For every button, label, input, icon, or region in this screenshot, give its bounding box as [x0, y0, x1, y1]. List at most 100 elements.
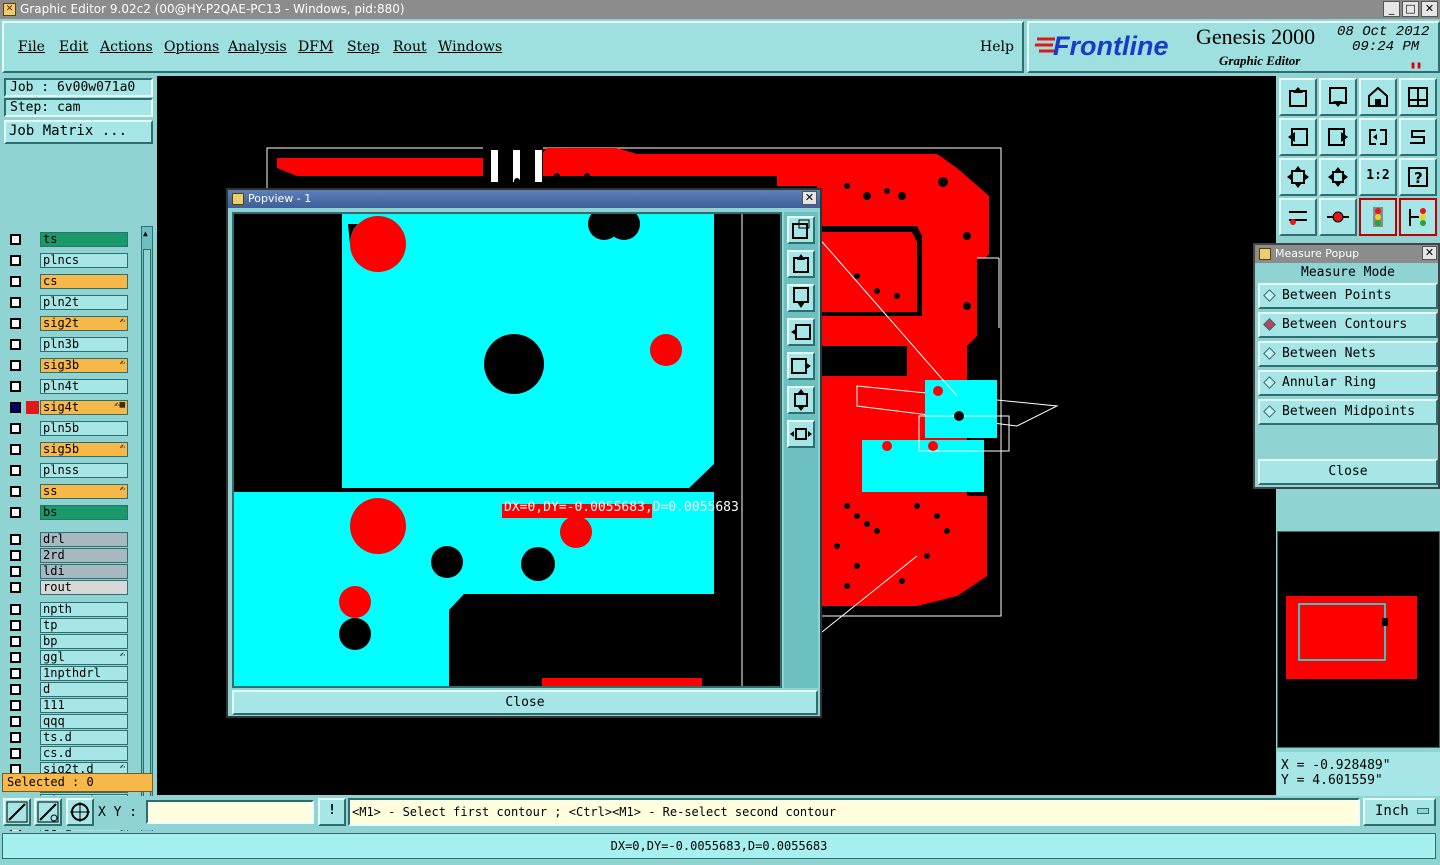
layer-row[interactable]: npth: [6, 602, 128, 617]
layer-checkbox[interactable]: [10, 534, 21, 545]
layer-row[interactable]: sig5b ✍: [6, 442, 128, 457]
layer-checkbox[interactable]: [10, 668, 21, 679]
popview-close-button[interactable]: Close: [232, 690, 818, 715]
layer-row[interactable]: pln3b: [6, 337, 128, 352]
alert-icon[interactable]: !: [318, 798, 346, 826]
layer-row[interactable]: ggl ✍: [6, 650, 128, 665]
layer-name[interactable]: pln2t: [40, 295, 128, 310]
layer-row[interactable]: bp: [6, 634, 128, 649]
layer-name[interactable]: d: [40, 682, 128, 697]
popview-canvas[interactable]: DX=0,DY=-0.0055683,D=0.0055683: [232, 212, 782, 688]
measure-close-icon[interactable]: ✕: [1422, 246, 1437, 260]
layer-checkbox[interactable]: [10, 360, 21, 371]
layer-checkbox[interactable]: [10, 276, 21, 287]
layer-row[interactable]: cs.d: [6, 746, 128, 761]
layer-name[interactable]: ggl: [40, 650, 128, 665]
layer-checkbox[interactable]: [10, 402, 21, 413]
minimize-icon[interactable]: _: [1383, 1, 1400, 17]
grid-icon[interactable]: [66, 798, 94, 826]
overview-map[interactable]: [1277, 531, 1440, 748]
layer-name[interactable]: drl: [40, 532, 128, 547]
layer-name[interactable]: plnss: [40, 463, 128, 478]
layer-row[interactable]: drl: [6, 532, 128, 547]
popview-pan-up-icon[interactable]: [787, 250, 815, 278]
layer-checkbox[interactable]: [10, 465, 21, 476]
job-matrix-button[interactable]: Job Matrix ...: [4, 120, 153, 144]
menu-options[interactable]: Options: [164, 39, 219, 55]
popview-center-icon[interactable]: [787, 420, 815, 448]
layer-row[interactable]: cs: [6, 274, 128, 289]
layer-checkbox[interactable]: [10, 566, 21, 577]
layer-checkbox[interactable]: [10, 297, 21, 308]
scroll-thumb[interactable]: [143, 249, 151, 809]
menu-rout[interactable]: Rout: [393, 39, 427, 55]
layer-name[interactable]: tp: [40, 618, 128, 633]
maximize-icon[interactable]: □: [1402, 1, 1419, 17]
layer-color-icon[interactable]: [1359, 198, 1397, 236]
layer-row[interactable]: bs: [6, 505, 128, 520]
menu-help[interactable]: Help: [980, 39, 1014, 55]
palette-icon[interactable]: [1279, 198, 1317, 236]
layer-checkbox[interactable]: [10, 339, 21, 350]
layer-row[interactable]: pln5b: [6, 421, 128, 436]
help-query-icon[interactable]: ?: [1399, 158, 1437, 196]
zoom-1-to-2-button[interactable]: 1:2: [1359, 158, 1397, 196]
layer-name[interactable]: sig3b: [40, 358, 128, 373]
layer-row[interactable]: ts.d: [6, 730, 128, 745]
draw-line-icon[interactable]: [34, 798, 62, 826]
measure-title-bar[interactable]: Measure Popup ✕: [1255, 245, 1438, 263]
popview-pan-down-icon[interactable]: [787, 284, 815, 312]
layer-name[interactable]: pln5b: [40, 421, 128, 436]
layer-checkbox[interactable]: [10, 620, 21, 631]
layer-row[interactable]: d: [6, 682, 128, 697]
layer-row[interactable]: 111: [6, 698, 128, 713]
pan-down-button[interactable]: [1319, 78, 1357, 116]
layer-checkbox[interactable]: [10, 507, 21, 518]
layer-checkbox[interactable]: [10, 582, 21, 593]
layer-checkbox[interactable]: [10, 732, 21, 743]
layer-checkbox[interactable]: [10, 550, 21, 561]
layer-checkbox[interactable]: [10, 700, 21, 711]
pause-icon[interactable]: ▮▮: [1410, 60, 1422, 71]
close-icon[interactable]: ✕: [1421, 1, 1438, 17]
layer-checkbox[interactable]: [10, 318, 21, 329]
layer-checkbox[interactable]: [10, 636, 21, 647]
layer-name[interactable]: 111: [40, 698, 128, 713]
popview-close-icon[interactable]: ✕: [802, 191, 817, 205]
measure-option[interactable]: Between Points: [1258, 283, 1438, 309]
layer-row[interactable]: pln2t: [6, 295, 128, 310]
layer-row[interactable]: rout: [6, 580, 128, 595]
layer-checkbox[interactable]: [10, 748, 21, 759]
layer-checkbox[interactable]: [10, 444, 21, 455]
layer-row[interactable]: plncs: [6, 253, 128, 268]
layer-name[interactable]: cs: [40, 274, 128, 289]
layer-checkbox[interactable]: [10, 381, 21, 392]
layer-row[interactable]: sig2t ✍: [6, 316, 128, 331]
layer-name[interactable]: pln3b: [40, 337, 128, 352]
layer-name[interactable]: rout: [40, 580, 128, 595]
measure-option[interactable]: Between Midpoints: [1258, 399, 1438, 425]
split-view-button[interactable]: [1399, 78, 1437, 116]
network-icon[interactable]: [1399, 198, 1437, 236]
measure-close-button[interactable]: Close: [1258, 459, 1438, 485]
zoom-home-button[interactable]: [1279, 78, 1317, 116]
layer-row[interactable]: tp: [6, 618, 128, 633]
layer-name[interactable]: ldi: [40, 564, 128, 579]
layer-checkbox[interactable]: [10, 255, 21, 266]
scroll-up-icon[interactable]: ▲: [143, 229, 151, 239]
window-title-bar[interactable]: ✕ Graphic Editor 9.02c2 (00@HY-P2QAE-PC1…: [0, 0, 1440, 19]
layer-name[interactable]: plncs: [40, 253, 128, 268]
layer-checkbox[interactable]: [10, 716, 21, 727]
menu-edit[interactable]: Edit: [59, 39, 88, 55]
layer-name[interactable]: qqq: [40, 714, 128, 729]
layer-name[interactable]: 1npthdrl: [40, 666, 128, 681]
layer-name[interactable]: pln4t: [40, 379, 128, 394]
pan-right-button[interactable]: [1319, 118, 1357, 156]
zoom-fit-button[interactable]: [1279, 158, 1317, 196]
layer-row[interactable]: sig3b ✍: [6, 358, 128, 373]
layer-name[interactable]: bs: [40, 505, 128, 520]
layer-checkbox[interactable]: [10, 423, 21, 434]
layer-row[interactable]: 1npthdrl: [6, 666, 128, 681]
layer-row[interactable]: 2rd: [6, 548, 128, 563]
layer-checkbox[interactable]: [10, 652, 21, 663]
